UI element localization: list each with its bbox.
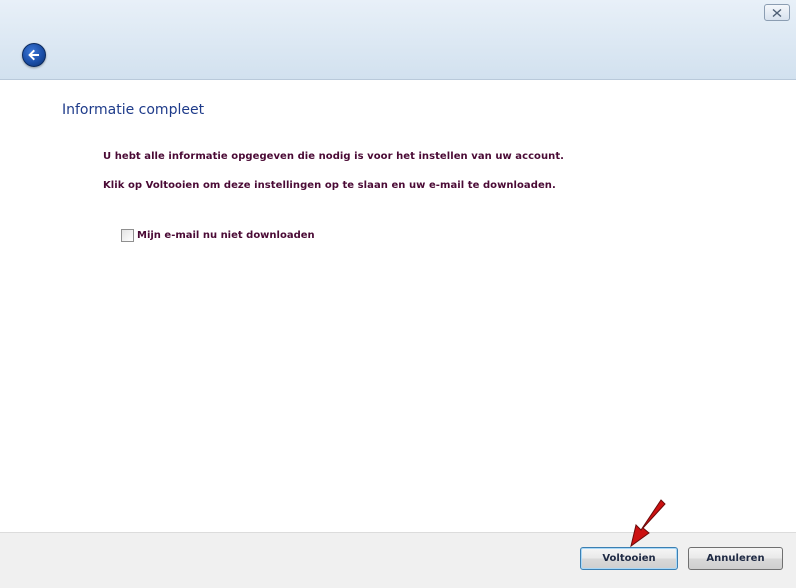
back-arrow-icon — [28, 49, 39, 61]
title-bar — [0, 0, 796, 80]
dont-download-checkbox[interactable] — [121, 229, 134, 242]
close-icon — [772, 8, 782, 17]
wizard-content: Informatie compleet U hebt alle informat… — [0, 80, 796, 532]
button-bar: Voltooien Annuleren — [0, 532, 796, 588]
info-text-line-2: Klik op Voltooien om deze instellingen o… — [103, 180, 556, 191]
finish-button[interactable]: Voltooien — [580, 547, 678, 570]
close-button[interactable] — [764, 4, 790, 21]
back-button[interactable] — [22, 43, 46, 67]
dont-download-label: Mijn e-mail nu niet downloaden — [137, 230, 315, 241]
dont-download-option[interactable]: Mijn e-mail nu niet downloaden — [121, 229, 315, 242]
info-text-line-1: U hebt alle informatie opgegeven die nod… — [103, 151, 564, 162]
cancel-button[interactable]: Annuleren — [688, 547, 783, 570]
page-title: Informatie compleet — [62, 102, 205, 118]
email-account-wizard-window: Informatie compleet U hebt alle informat… — [0, 0, 796, 588]
